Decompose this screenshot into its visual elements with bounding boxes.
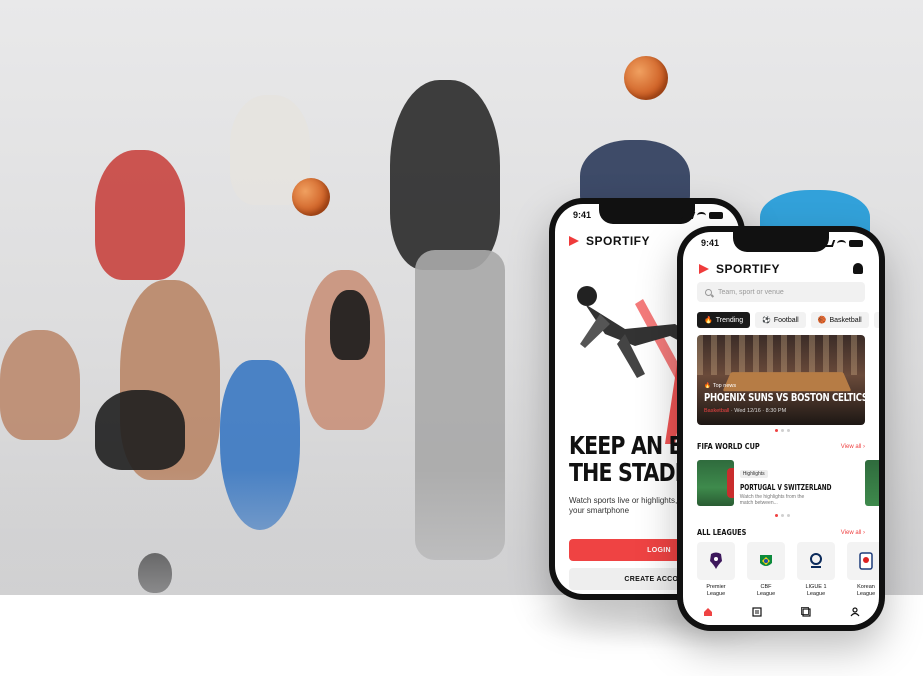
korean-league-logo-icon — [847, 542, 879, 580]
carousel-dot[interactable] — [781, 514, 784, 517]
carousel-dots — [775, 514, 790, 517]
premier-league-logo-icon — [697, 542, 735, 580]
sportify-logo-icon — [699, 263, 711, 275]
athlete-silhouette — [330, 290, 370, 360]
next-highlight-card[interactable] — [865, 460, 879, 506]
chip-trending[interactable]: 🔥 Trending — [697, 312, 751, 328]
news-icon[interactable] — [751, 607, 762, 617]
featured-news-card[interactable]: 🔥 Top news PHOENIX SUNS VS BOSTON CELTIC… — [697, 335, 865, 425]
status-icons — [681, 210, 723, 220]
status-time: 9:41 — [701, 238, 720, 248]
league-name-line: League — [806, 591, 826, 597]
search-placeholder: Team, sport or venue — [718, 288, 784, 296]
featured-sport: Basketball — [704, 408, 730, 414]
battery-icon — [849, 239, 863, 247]
brand-name: SPORTIFY — [716, 262, 781, 276]
league-name: Premier League — [706, 584, 725, 598]
league-premier[interactable]: Premier League — [697, 542, 735, 598]
leagues-header: ALL LEAGUES View all › — [697, 528, 865, 537]
world-cup-header: FIFA WORLD CUP View all › — [697, 442, 865, 451]
search-icon — [705, 288, 712, 296]
search-input[interactable]: Team, sport or venue — [697, 282, 865, 302]
video-library-icon[interactable] — [800, 607, 811, 617]
featured-title: PHOENIX SUNS VS BOSTON CELTICS — [704, 391, 865, 404]
home-icon[interactable] — [703, 607, 713, 617]
league-name-line: Premier — [706, 584, 726, 590]
carousel-dots — [775, 429, 790, 432]
match-thumbnail — [697, 460, 734, 506]
carousel-dot[interactable] — [775, 514, 778, 517]
basketball — [292, 178, 330, 216]
signal-icon — [681, 211, 696, 219]
league-list: Premier League CBF League LIGUE 1 League… — [697, 542, 879, 598]
basketball — [624, 56, 668, 100]
basketball-icon: 🏀 — [817, 317, 827, 324]
highlights-badge: Highlights — [739, 470, 768, 478]
featured-date: · Wed 12/16 · 8:30 PM — [730, 408, 787, 414]
league-name-line: League — [856, 591, 876, 597]
league-name: LIGUE 1 League — [805, 584, 826, 598]
profile-icon[interactable] — [850, 607, 860, 617]
carousel-dot[interactable] — [775, 429, 778, 432]
league-name: Korean League — [857, 584, 875, 598]
league-name-line: Korean — [857, 584, 875, 590]
top-news-tag: 🔥 Top news — [704, 383, 736, 389]
carousel-dot[interactable] — [787, 429, 790, 432]
carousel-dot[interactable] — [781, 429, 784, 432]
carousel-dot[interactable] — [787, 514, 790, 517]
league-name-line: League — [706, 591, 726, 597]
status-bar: 9:41 — [701, 238, 863, 248]
highlight-title: PORTUGAL V SWITZERLAND — [739, 483, 832, 492]
athlete-silhouette — [95, 390, 185, 470]
view-all-label: View all — [840, 443, 862, 450]
soccer-ball-icon: ⚽ — [762, 317, 771, 324]
notification-bell-icon[interactable] — [853, 263, 863, 274]
leagues-view-all-link[interactable]: View all › — [841, 530, 865, 536]
athlete-silhouette — [390, 80, 500, 270]
home-screen: 9:41 SPORTIFY Team, sport or venue 🔥 Tre… — [683, 232, 879, 625]
status-icons — [821, 238, 863, 248]
league-name-line: LIGUE 1 — [805, 584, 827, 590]
phone-mockup-home: 9:41 SPORTIFY Team, sport or venue 🔥 Tre… — [677, 226, 885, 631]
highlight-description: Watch the highlights from the match betw… — [739, 494, 805, 506]
league-cbf[interactable]: CBF League — [747, 542, 785, 598]
league-name-line: League — [756, 591, 776, 597]
sportify-logo-icon — [569, 235, 581, 247]
highlight-info: Highlights PORTUGAL V SWITZERLAND Watch … — [739, 460, 857, 508]
status-bar: 9:41 — [573, 210, 723, 220]
fire-icon: 🔥 — [704, 383, 711, 389]
arena-image — [697, 335, 865, 375]
highlight-card[interactable]: Highlights PORTUGAL V SWITZERLAND Watch … — [697, 460, 857, 508]
signal-icon — [821, 239, 836, 247]
leagues-title: ALL LEAGUES — [697, 528, 747, 537]
chip-football[interactable]: ⚽ Football — [755, 312, 806, 328]
ligue1-logo-icon — [797, 542, 835, 580]
chip-label: Football — [773, 316, 799, 324]
league-name-line: CBF — [760, 584, 772, 590]
chip-more[interactable]: 🏸 — [873, 312, 879, 328]
league-name: CBF League — [757, 584, 775, 598]
wifi-icon — [837, 239, 846, 247]
view-all-label: View all — [840, 529, 862, 536]
chip-label: Basketball — [829, 316, 862, 324]
top-news-label: Top news — [712, 383, 737, 389]
chip-label: Trending — [715, 316, 744, 324]
court-image — [722, 372, 852, 392]
sport-filter-chips: 🔥 Trending ⚽ Football 🏀 Basketball 🏸 — [697, 312, 879, 328]
world-cup-title: FIFA WORLD CUP — [697, 442, 760, 451]
featured-meta: Basketball · Wed 12/16 · 8:30 PM — [704, 408, 786, 414]
league-ligue1[interactable]: LIGUE 1 League — [797, 542, 835, 598]
athlete-silhouette — [0, 330, 80, 440]
status-time: 9:41 — [573, 210, 592, 220]
bottom-tab-bar — [683, 601, 879, 625]
cbf-logo-icon — [747, 542, 785, 580]
league-korean[interactable]: Korean League — [847, 542, 879, 598]
brand-logo: SPORTIFY — [699, 262, 780, 276]
wifi-icon — [697, 211, 706, 219]
battery-icon — [709, 211, 723, 219]
chip-basketball[interactable]: 🏀 Basketball — [810, 312, 869, 328]
world-cup-view-all-link[interactable]: View all › — [841, 444, 865, 450]
fire-icon: 🔥 — [704, 317, 713, 324]
athlete-silhouette — [95, 150, 185, 280]
